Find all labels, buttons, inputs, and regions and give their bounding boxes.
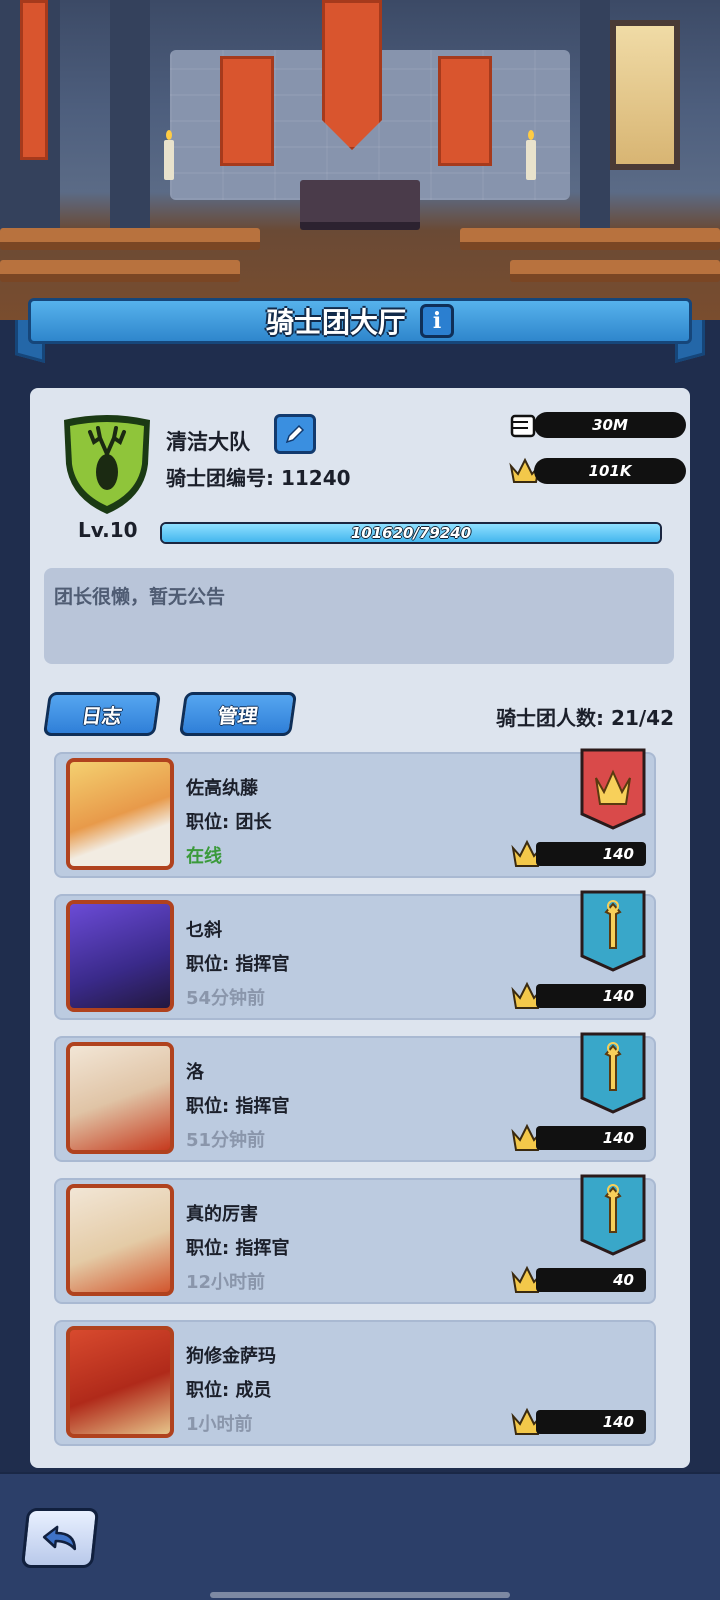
dragon-banner-icon bbox=[438, 56, 492, 166]
title-ribbon: 骑士团大厅 i bbox=[28, 298, 692, 344]
member-status: 51分钟前 bbox=[186, 1130, 266, 1151]
pencil-icon bbox=[285, 424, 305, 444]
member-name: 狗修金萨玛 bbox=[186, 1346, 276, 1367]
guild-name: 清洁大队 bbox=[166, 430, 250, 454]
announcement[interactable]: 团长很懒，暂无公告 bbox=[44, 568, 674, 664]
member-status: 1小时前 bbox=[186, 1414, 253, 1435]
power-value: 30M bbox=[534, 412, 686, 438]
member-role: 职位: 指挥官 bbox=[186, 1096, 290, 1117]
member-role: 职位: 指挥官 bbox=[186, 954, 290, 975]
member-name: 真的厉害 bbox=[186, 1204, 258, 1225]
member-avatar[interactable] bbox=[66, 900, 174, 1012]
exp-progress-bar: 101620/79240 bbox=[160, 522, 662, 544]
sword-banner-icon bbox=[580, 1032, 646, 1114]
page-title: 骑士团大厅 bbox=[265, 306, 406, 339]
member-count: 骑士团人数: 21/42 bbox=[496, 706, 674, 730]
dragon-banner-icon bbox=[220, 56, 274, 166]
exp-text: 101620/79240 bbox=[350, 524, 472, 542]
edit-name-button[interactable] bbox=[274, 414, 316, 454]
bottom-bar bbox=[0, 1472, 720, 1600]
long-table bbox=[0, 228, 260, 250]
member-role: 职位: 团长 bbox=[186, 812, 272, 833]
member-name: 乜斜 bbox=[186, 920, 222, 941]
home-indicator bbox=[210, 1592, 510, 1598]
member-row[interactable]: 乜斜 职位: 指挥官 54分钟前 140 bbox=[54, 890, 656, 1020]
crown-score: 101K bbox=[534, 458, 686, 484]
guild-panel: 清洁大队 骑士团编号: 11240 30M 101K Lv.10 101620/… bbox=[30, 388, 690, 1468]
trident-crown-banner-icon bbox=[580, 748, 646, 830]
candle-icon bbox=[526, 130, 536, 180]
guild-level: Lv.10 bbox=[78, 518, 138, 542]
member-row[interactable]: 洛 职位: 指挥官 51分钟前 140 bbox=[54, 1032, 656, 1162]
window bbox=[610, 20, 680, 170]
member-score: 40 bbox=[536, 1268, 646, 1292]
throne bbox=[300, 180, 420, 230]
member-row[interactable]: 佐高纨藤 职位: 团长 在线 140 bbox=[54, 748, 656, 878]
candle-icon bbox=[164, 130, 174, 180]
member-status: 12小时前 bbox=[186, 1272, 266, 1293]
wall-banner bbox=[20, 0, 48, 160]
pillar bbox=[580, 0, 610, 240]
log-button[interactable]: 日志 bbox=[42, 692, 162, 736]
info-icon[interactable]: i bbox=[420, 304, 454, 338]
hall-background bbox=[0, 0, 720, 320]
member-score: 140 bbox=[536, 984, 646, 1008]
member-avatar[interactable] bbox=[66, 758, 174, 870]
stag-shield-icon bbox=[64, 415, 150, 514]
sword-banner-icon bbox=[580, 890, 646, 972]
long-table bbox=[510, 260, 720, 282]
member-score: 140 bbox=[536, 842, 646, 866]
crown-banner-icon bbox=[322, 0, 382, 150]
member-status: 在线 bbox=[186, 846, 222, 867]
member-row[interactable]: 狗修金萨玛 职位: 成员 1小时前 140 bbox=[54, 1320, 656, 1446]
back-button[interactable] bbox=[20, 1508, 100, 1568]
member-avatar[interactable] bbox=[66, 1326, 174, 1438]
member-name: 佐高纨藤 bbox=[186, 778, 258, 799]
long-table bbox=[460, 228, 720, 250]
member-role: 职位: 指挥官 bbox=[186, 1238, 290, 1259]
member-score: 140 bbox=[536, 1410, 646, 1434]
member-role: 职位: 成员 bbox=[186, 1380, 272, 1401]
back-arrow-icon bbox=[42, 1525, 77, 1551]
member-status: 54分钟前 bbox=[186, 988, 266, 1009]
long-table bbox=[0, 260, 240, 282]
manage-button[interactable]: 管理 bbox=[178, 692, 298, 736]
member-row[interactable]: 真的厉害 职位: 指挥官 12小时前 40 bbox=[54, 1174, 656, 1304]
guild-id: 骑士团编号: 11240 bbox=[166, 466, 351, 490]
member-score: 140 bbox=[536, 1126, 646, 1150]
sword-banner-icon bbox=[580, 1174, 646, 1256]
pillar bbox=[110, 0, 150, 240]
member-avatar[interactable] bbox=[66, 1184, 174, 1296]
member-name: 洛 bbox=[186, 1062, 204, 1083]
member-avatar[interactable] bbox=[66, 1042, 174, 1154]
